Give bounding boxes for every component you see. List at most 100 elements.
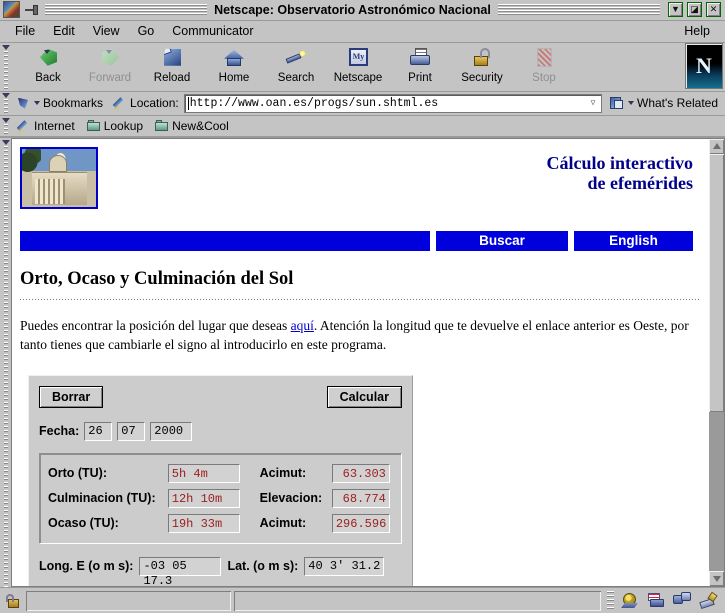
reload-icon	[159, 46, 185, 70]
buscar-button[interactable]: Buscar	[436, 231, 568, 251]
url-dropdown-icon[interactable]: ▽	[587, 97, 599, 110]
date-month-input[interactable]: 07	[117, 422, 145, 441]
form-buttons-row: Borrar Calcular	[39, 386, 402, 408]
table-row: Orto (TU): 5h 4m Acimut: 63.303	[48, 461, 393, 486]
netscape-button[interactable]: My Netscape	[327, 43, 389, 89]
personal-grip[interactable]	[0, 116, 11, 136]
blue-spacer-bar	[20, 231, 430, 251]
netscape-window: Netscape: Observatorio Astronómico Nacio…	[0, 0, 725, 613]
title-rule-right	[498, 4, 660, 15]
bookmark-lookup[interactable]: Lookup	[81, 119, 149, 133]
bookmark-newcool[interactable]: New&Cool	[149, 119, 235, 133]
page-header: Cálculo interactivo de efemérides	[20, 147, 699, 209]
chevron-down-icon	[34, 101, 40, 105]
pencil-icon	[113, 96, 127, 110]
home-button[interactable]: Home	[203, 43, 265, 89]
menu-help[interactable]: Help	[675, 23, 719, 39]
date-year-input[interactable]: 2000	[150, 422, 192, 441]
calcular-button[interactable]: Calcular	[327, 386, 402, 408]
stop-sign-icon	[531, 46, 557, 70]
content-grip[interactable]	[0, 138, 11, 587]
bookmarks-button[interactable]: Bookmarks	[11, 96, 108, 111]
forward-button[interactable]: Forward	[79, 43, 141, 89]
menu-view[interactable]: View	[84, 23, 129, 39]
internet-pencil-icon	[17, 119, 31, 133]
location-grip[interactable]	[0, 91, 11, 115]
mailbox-icon[interactable]	[646, 591, 666, 610]
bookmarks-label: Bookmarks	[43, 96, 103, 110]
bookmark-internet-label: Internet	[34, 119, 75, 133]
menu-communicator[interactable]: Communicator	[163, 23, 262, 39]
search-button[interactable]: Search	[265, 43, 327, 89]
acimut-ocaso-value[interactable]: 296.596	[332, 514, 390, 533]
stop-button[interactable]: Stop	[513, 43, 575, 89]
security-lock-icon[interactable]	[3, 591, 23, 611]
maximize-button[interactable]: ◪	[687, 2, 702, 17]
intro-paragraph: Puedes encontrar la posición del lugar q…	[20, 316, 699, 355]
acimut-ocaso-label: Acimut:	[260, 511, 332, 536]
title-bar: Netscape: Observatorio Astronómico Nacio…	[0, 0, 725, 21]
personal-toolbar: Internet Lookup New&Cool	[0, 116, 725, 137]
scroll-up-button[interactable]	[709, 139, 724, 154]
row-gap-2	[244, 486, 260, 511]
component-bar-grip[interactable]	[607, 591, 614, 611]
content-area: Cálculo interactivo de efemérides Buscar…	[0, 137, 725, 587]
observatory-photo[interactable]	[20, 147, 98, 209]
reload-button-label: Reload	[154, 72, 190, 84]
ocaso-value[interactable]: 19h 33m	[168, 514, 240, 533]
chevron-down-icon-2	[628, 101, 634, 105]
security-button[interactable]: Security	[451, 43, 513, 89]
ocaso-value-cell: 19h 33m	[168, 511, 244, 536]
acimut-orto-value[interactable]: 63.303	[332, 464, 390, 483]
scrollbar-track[interactable]	[709, 154, 724, 571]
orto-value[interactable]: 5h 4m	[168, 464, 240, 483]
reload-button[interactable]: Reload	[141, 43, 203, 89]
page-scrollbar[interactable]	[709, 138, 725, 587]
longitud-input[interactable]: -03 05 17.3	[139, 557, 221, 576]
back-button[interactable]: Back	[17, 43, 79, 89]
culminacion-value[interactable]: 12h 10m	[168, 489, 240, 508]
location-label-group[interactable]: Location:	[108, 96, 184, 110]
netscape-logo[interactable]: N	[685, 43, 723, 89]
aqui-link[interactable]: aquí	[291, 318, 314, 333]
close-button[interactable]: ✕	[706, 2, 721, 17]
toolbar-grip[interactable]	[0, 43, 11, 91]
orto-value-cell: 5h 4m	[168, 461, 244, 486]
elevacion-label: Elevacion:	[260, 486, 332, 511]
whats-related-label: What's Related	[637, 96, 718, 110]
bookmark-newcool-label: New&Cool	[172, 119, 229, 133]
back-button-label: Back	[35, 72, 61, 84]
bookmark-lookup-label: Lookup	[104, 119, 143, 133]
scrollbar-thumb[interactable]	[709, 154, 724, 413]
chevron-up-icon	[713, 143, 721, 149]
latitud-input[interactable]: 40 3' 31.2	[304, 557, 384, 576]
composer-icon[interactable]	[698, 591, 718, 610]
scroll-down-button[interactable]	[709, 571, 724, 586]
borrar-button[interactable]: Borrar	[39, 386, 103, 408]
coordinates-row: Long. E (o m s): -03 05 17.3 Lat. (o m s…	[39, 557, 402, 576]
site-title-line1: Cálculo interactivo	[547, 153, 693, 174]
page-content: Cálculo interactivo de efemérides Buscar…	[12, 139, 709, 587]
elevacion-value[interactable]: 68.774	[332, 489, 390, 508]
bookmark-internet[interactable]: Internet	[11, 119, 81, 133]
acimut-ocaso-value-cell: 296.596	[332, 511, 393, 536]
menu-edit[interactable]: Edit	[44, 23, 84, 39]
english-button[interactable]: English	[574, 231, 693, 251]
url-input[interactable]: http://www.oan.es/progs/sun.shtml.es ▽	[184, 94, 602, 113]
minimize-button[interactable]: ▼	[668, 2, 683, 17]
table-row: Ocaso (TU): 19h 33m Acimut: 296.596	[48, 511, 393, 536]
row-gap-1	[244, 461, 260, 486]
back-arrow-icon	[35, 46, 61, 70]
newsgroups-icon[interactable]	[672, 591, 692, 610]
window-pin-icon[interactable]	[24, 2, 41, 18]
latitud-label: Lat. (o m s):	[227, 559, 298, 573]
whats-related-button[interactable]: What's Related	[604, 96, 723, 111]
menu-go[interactable]: Go	[129, 23, 164, 39]
padlock-icon	[469, 46, 495, 70]
print-button[interactable]: Print	[389, 43, 451, 89]
paragraph-text-1: Puedes encontrar la posición del lugar q…	[20, 318, 291, 333]
search-flashlight-icon	[283, 46, 309, 70]
menu-file[interactable]: File	[6, 23, 44, 39]
navigator-icon[interactable]	[620, 591, 640, 610]
date-day-input[interactable]: 26	[84, 422, 112, 441]
